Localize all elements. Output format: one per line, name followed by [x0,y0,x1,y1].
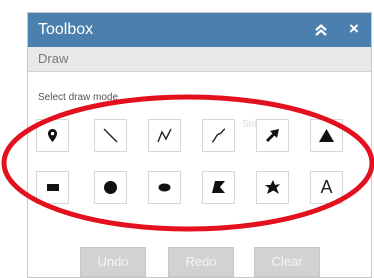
undo-button[interactable]: Undo [80,247,146,277]
polygon-icon [212,181,225,193]
triangle-icon [319,129,334,142]
draw-ellipse-button[interactable] [148,171,181,204]
draw-section-label: Draw [38,51,69,66]
ellipse-icon [158,183,171,192]
toolbox-titlebar: Toolbox × [28,13,371,47]
draw-freehand-polyline-button[interactable] [202,119,235,152]
text-icon: A [320,177,333,197]
collapse-chevrons-up-icon[interactable] [312,21,330,39]
draw-polygon-button[interactable] [202,171,235,204]
draw-mode-instructions: Select draw mode [38,92,119,103]
clear-button[interactable]: Clear [254,247,320,277]
freehand-polyline-icon [211,128,226,143]
draw-rectangle-button[interactable] [36,171,69,204]
draw-text-button[interactable]: A [310,171,343,204]
circle-icon [104,181,117,194]
rectangle-icon [47,184,59,191]
freehand-polygon-icon [265,180,280,194]
draw-line-button[interactable] [94,119,127,152]
draw-triangle-button[interactable] [310,119,343,152]
draw-section-header[interactable]: Draw [28,47,371,72]
draw-freehand-polygon-button[interactable] [256,171,289,204]
draw-circle-button[interactable] [94,171,127,204]
arrow-icon [265,129,279,143]
toolbox-title: Toolbox [38,21,94,38]
draw-polyline-button[interactable] [148,119,181,152]
point-icon [48,129,57,142]
close-icon[interactable]: × [344,19,364,39]
redo-button[interactable]: Redo [168,247,234,277]
draw-point-button[interactable] [36,119,69,152]
draw-arrow-button[interactable] [256,119,289,152]
polyline-icon [157,128,172,143]
toolbox-panel: Toolbox × Draw Select draw mode Snipbot [27,12,372,278]
line-icon [103,128,118,143]
